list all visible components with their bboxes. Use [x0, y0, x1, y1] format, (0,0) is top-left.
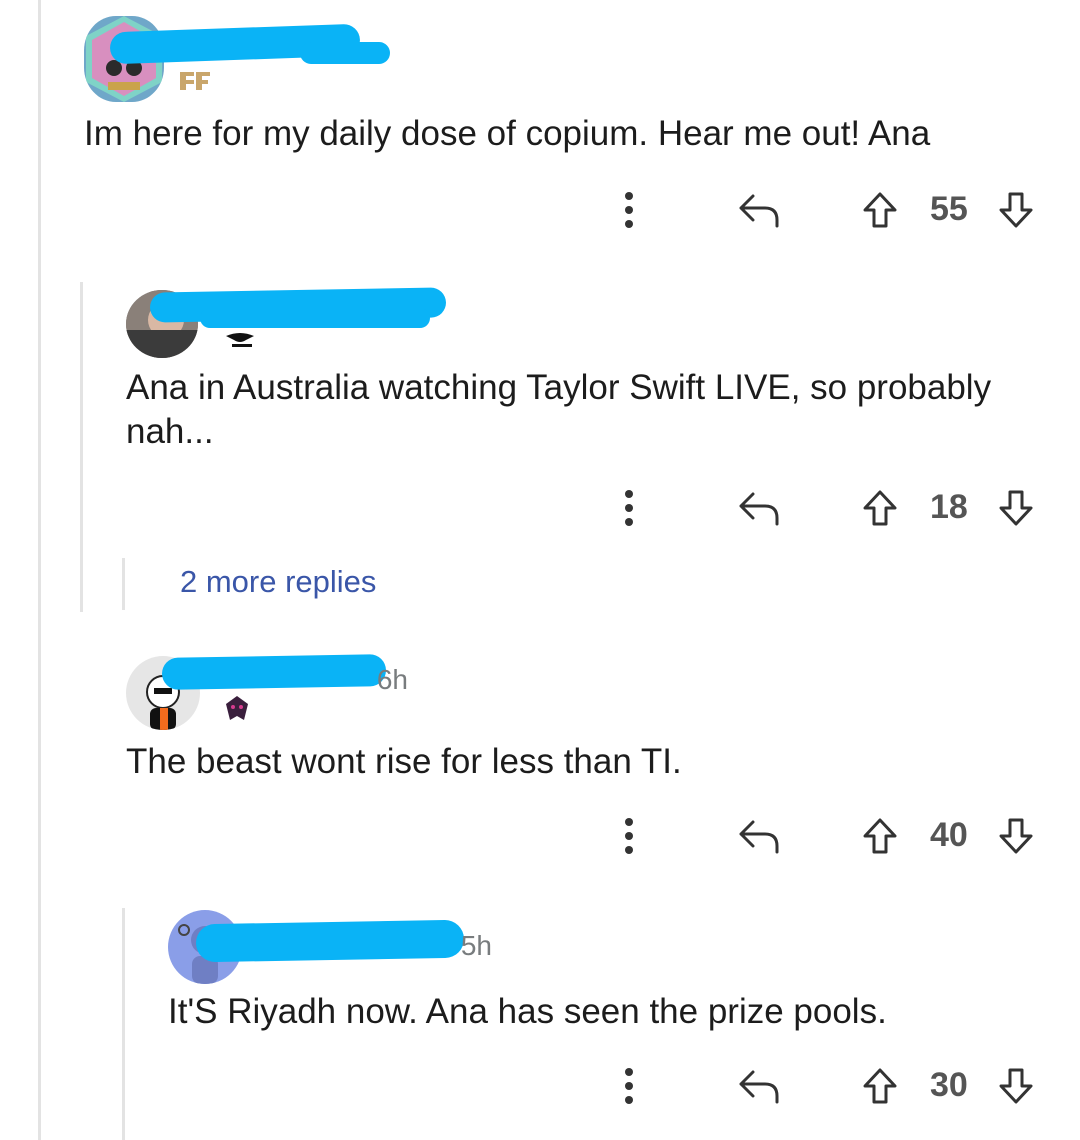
- downvote-icon[interactable]: [996, 806, 1036, 866]
- upvote-icon[interactable]: [860, 180, 900, 240]
- comment-actions: 55: [600, 180, 1060, 240]
- thread-line[interactable]: [122, 908, 125, 1140]
- redacted-username: [200, 308, 430, 328]
- comment-actions: 30: [600, 1056, 1060, 1116]
- upvote-icon[interactable]: [860, 478, 900, 538]
- comment-actions: 40: [600, 806, 1060, 866]
- downvote-icon[interactable]: [996, 478, 1036, 538]
- reply-icon[interactable]: [734, 1056, 784, 1116]
- team-flair-icon: [222, 330, 258, 357]
- thread-line[interactable]: [38, 0, 41, 1140]
- team-flair-icon: [178, 70, 212, 97]
- comment-actions: 18: [600, 478, 1060, 538]
- redacted-username: [161, 654, 387, 690]
- more-vertical-icon[interactable]: [614, 1056, 644, 1116]
- more-vertical-icon[interactable]: [614, 180, 644, 240]
- comment-body: Im here for my daily dose of copium. Hea…: [84, 114, 931, 153]
- more-vertical-icon[interactable]: [614, 478, 644, 538]
- team-flair-icon: [222, 694, 252, 729]
- reply-icon[interactable]: [734, 478, 784, 538]
- score: 40: [930, 816, 968, 854]
- score: 18: [930, 488, 968, 526]
- comment-body: It'S Riyadh now. Ana has seen the prize …: [168, 992, 887, 1031]
- downvote-icon[interactable]: [996, 180, 1036, 240]
- redacted-username: [300, 42, 390, 64]
- comment-body: Ana in Australia watching Taylor Swift L…: [126, 368, 992, 451]
- redacted-username: [195, 919, 465, 963]
- upvote-icon[interactable]: [860, 806, 900, 866]
- upvote-icon[interactable]: [860, 1056, 900, 1116]
- reply-icon[interactable]: [734, 806, 784, 866]
- thread-line[interactable]: [122, 558, 125, 610]
- timestamp: 5h: [462, 930, 492, 961]
- score: 30: [930, 1066, 968, 1104]
- more-vertical-icon[interactable]: [614, 806, 644, 866]
- score: 55: [930, 190, 968, 228]
- more-replies-link[interactable]: 2 more replies: [180, 564, 376, 600]
- timestamp: 6h: [378, 664, 408, 695]
- downvote-icon[interactable]: [996, 1056, 1036, 1116]
- thread-line[interactable]: [80, 282, 83, 612]
- comment-body: The beast wont rise for less than TI.: [126, 742, 682, 781]
- reply-icon[interactable]: [734, 180, 784, 240]
